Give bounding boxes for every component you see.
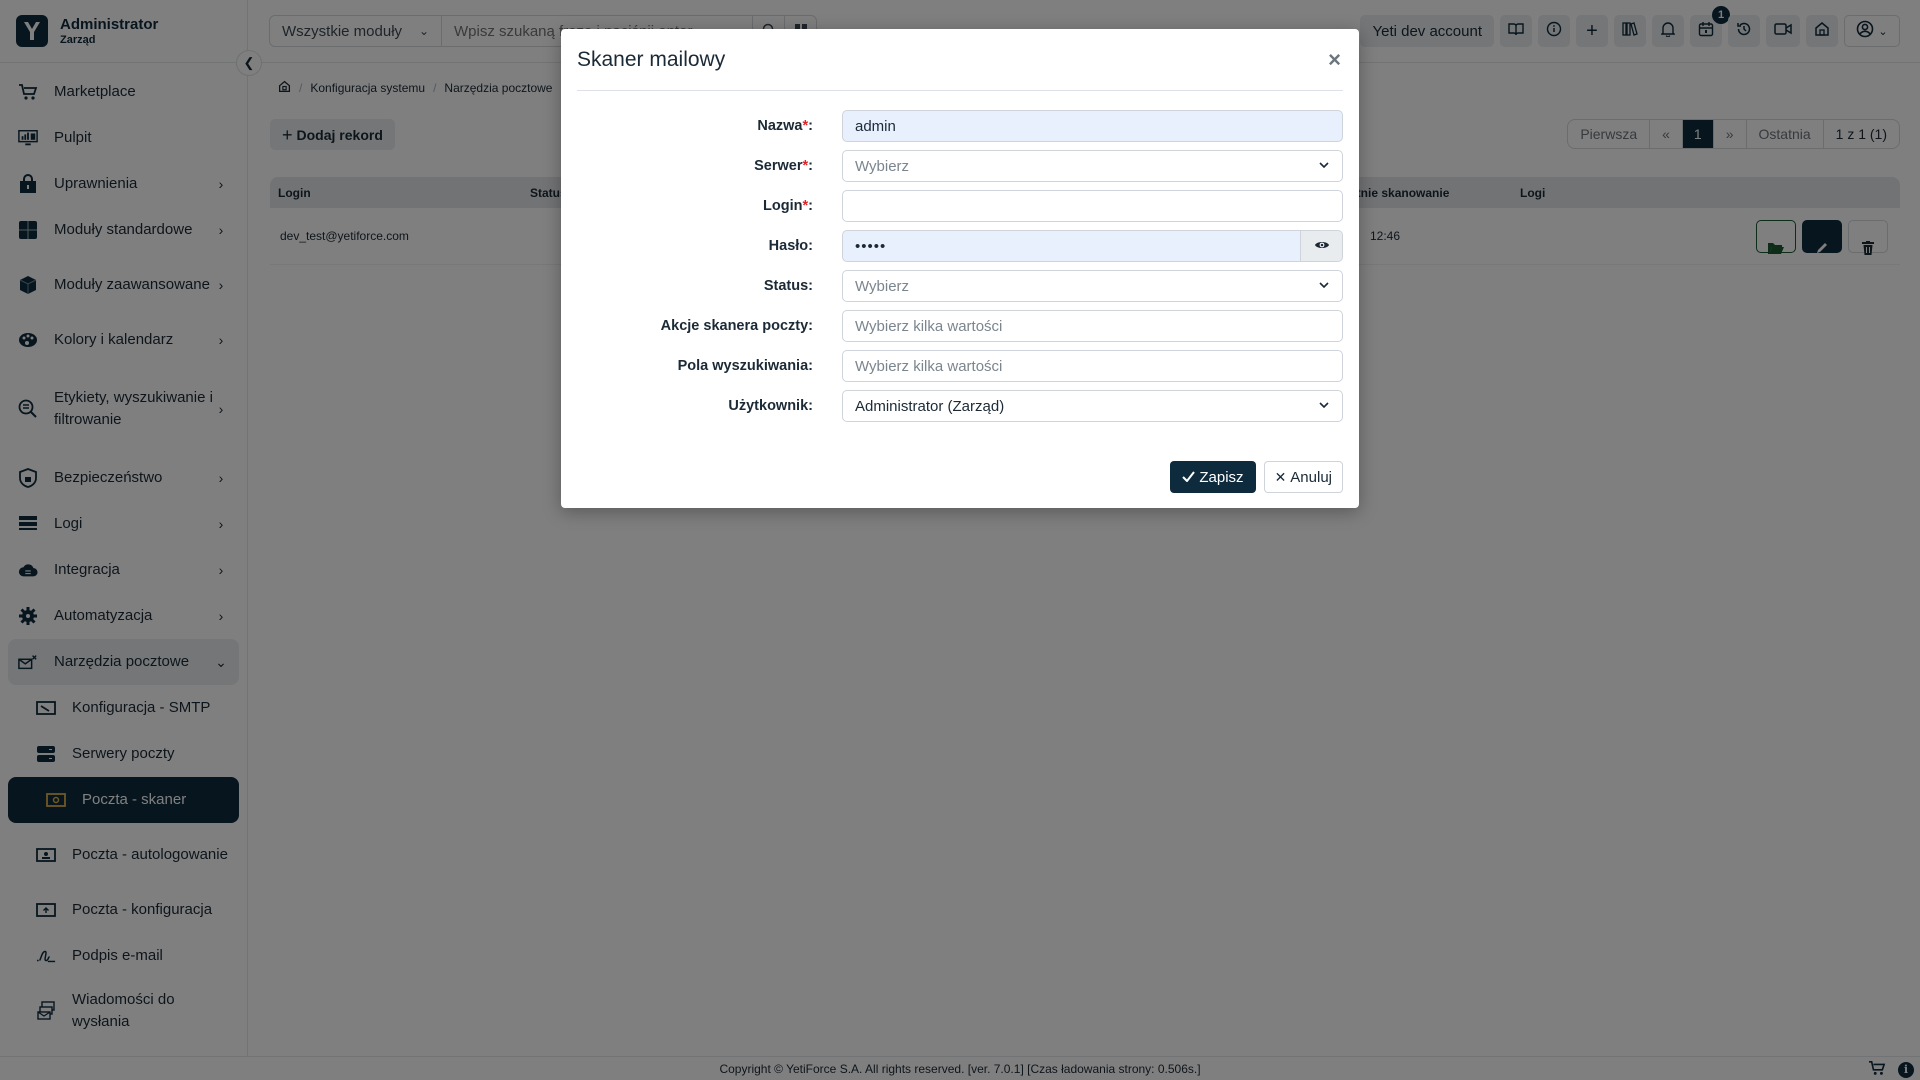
status-select-value: Wybierz [855, 277, 910, 295]
chevron-down-icon [1318, 158, 1330, 175]
eye-icon [1314, 238, 1330, 255]
password-value: ••••• [855, 237, 887, 255]
scanner-actions-multiselect[interactable]: Wybierz kilka wartości [842, 310, 1343, 342]
cancel-label: Anuluj [1290, 468, 1332, 486]
show-password-button[interactable] [1300, 231, 1342, 261]
mail-scanner-modal: Skaner mailowy × Nazwa*: admin Serwer*: … [561, 29, 1359, 508]
login-input[interactable] [842, 190, 1343, 222]
actions-label: Akcje skanera poczty: [660, 318, 813, 334]
modal-title: Skaner mailowy [577, 47, 726, 71]
modal-header: Skaner mailowy × [577, 29, 1343, 91]
search-fields-multiselect[interactable]: Wybierz kilka wartości [842, 350, 1343, 382]
server-label: Serwer*: [754, 158, 813, 174]
form-row-actions: Akcje skanera poczty: Wybierz kilka wart… [561, 306, 1359, 346]
login-label: Login*: [763, 198, 813, 214]
password-label: Hasło: [768, 238, 813, 254]
form-row-search-fields: Pola wyszukiwania: Wybierz kilka wartośc… [561, 346, 1359, 386]
form-row-status: Status: Wybierz [561, 266, 1359, 306]
modal-footer: Zapisz ✕ Anuluj [1170, 461, 1343, 493]
form-row-server: Serwer*: Wybierz [561, 146, 1359, 186]
server-select-value: Wybierz [855, 157, 910, 175]
close-icon: ✕ [1274, 468, 1287, 485]
name-label: Nazwa*: [757, 118, 813, 134]
check-icon [1182, 469, 1196, 486]
form-row-user: Użytkownik: Administrator (Zarząd) [561, 386, 1359, 426]
save-button[interactable]: Zapisz [1170, 461, 1256, 493]
status-label: Status: [763, 278, 813, 294]
form-row-login: Login*: [561, 186, 1359, 226]
form-row-password: Hasło: ••••• [561, 226, 1359, 266]
search-fields-label: Pola wyszukiwania: [677, 358, 813, 374]
user-select[interactable]: Administrator (Zarząd) [842, 390, 1343, 422]
scanner-form: Nazwa*: admin Serwer*: Wybierz Login*: H… [561, 91, 1359, 426]
cancel-button[interactable]: ✕ Anuluj [1263, 461, 1343, 493]
server-select[interactable]: Wybierz [842, 150, 1343, 182]
chevron-down-icon [1318, 278, 1330, 295]
user-select-value: Administrator (Zarząd) [855, 397, 1005, 415]
close-icon[interactable]: × [1328, 48, 1341, 71]
status-select[interactable]: Wybierz [842, 270, 1343, 302]
chevron-down-icon [1318, 398, 1330, 415]
save-label: Zapisz [1199, 468, 1244, 486]
form-row-name: Nazwa*: admin [561, 106, 1359, 146]
password-input[interactable]: ••••• [842, 230, 1343, 262]
name-input[interactable]: admin [842, 110, 1343, 142]
user-label: Użytkownik: [728, 398, 813, 414]
